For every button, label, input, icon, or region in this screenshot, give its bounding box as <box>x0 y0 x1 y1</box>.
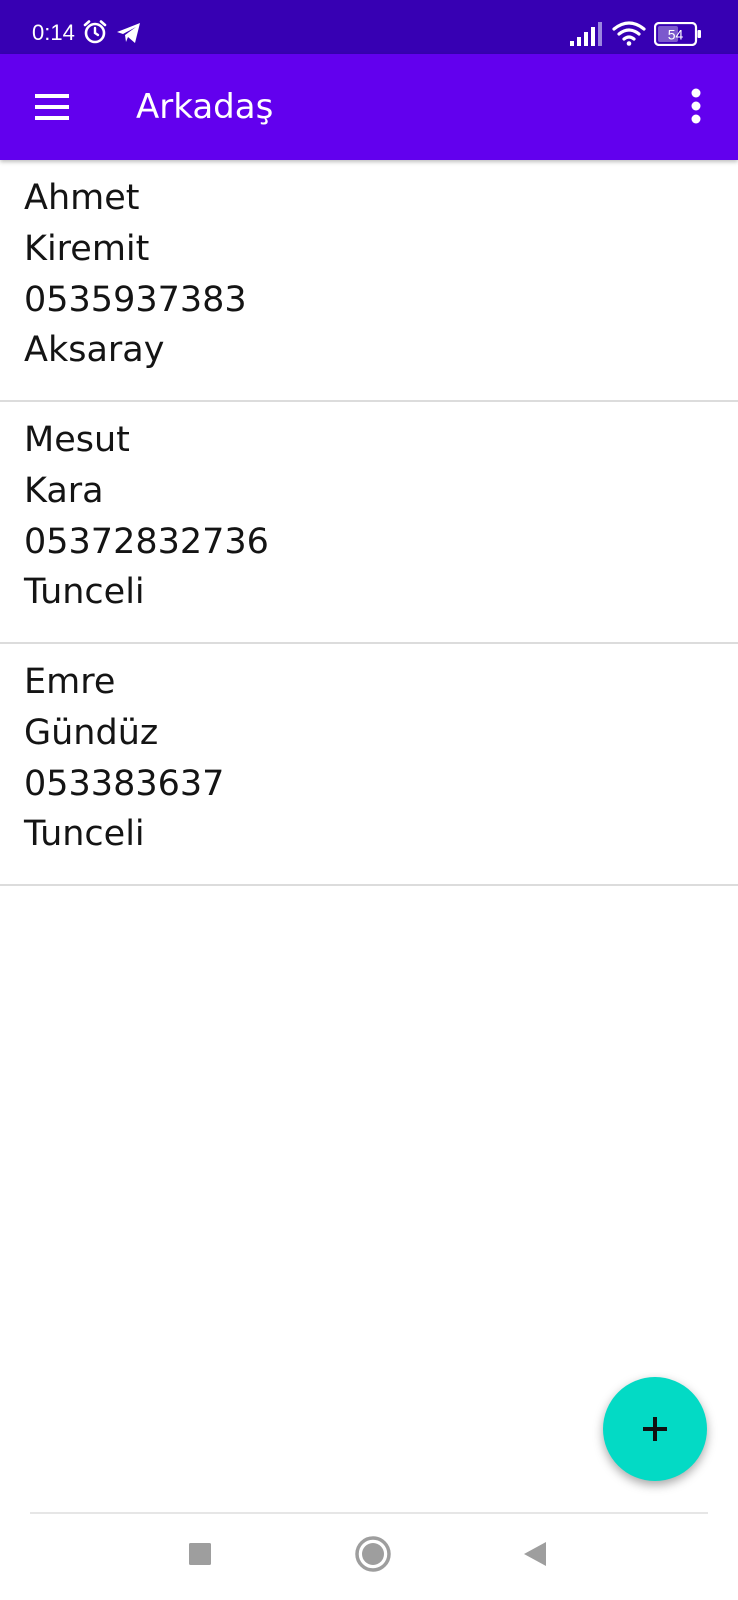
telegram-icon <box>117 23 140 43</box>
recents-square-icon <box>189 1543 211 1565</box>
home-circle-icon <box>355 1536 391 1572</box>
add-contact-button[interactable] <box>603 1377 707 1481</box>
more-options-button[interactable] <box>664 76 728 140</box>
last-name: Gündüz <box>24 713 159 753</box>
page-title: Arkadaş <box>136 87 274 127</box>
phone-number: 0535937383 <box>24 280 247 320</box>
city: Aksaray <box>24 330 165 370</box>
contact-list: Ahmet Kiremit 0535937383 Aksaray Mesut K… <box>0 160 738 886</box>
signal-icon <box>570 22 602 46</box>
hamburger-menu-icon <box>35 94 69 120</box>
menu-button[interactable] <box>20 76 84 140</box>
phone-number: 053383637 <box>24 764 225 804</box>
more-vert-icon <box>691 88 701 124</box>
wifi-icon <box>612 21 646 46</box>
phone-number: 05372832736 <box>24 522 269 562</box>
last-name: Kara <box>24 471 104 511</box>
city: Tunceli <box>24 814 145 854</box>
city: Tunceli <box>24 572 145 612</box>
battery-level: 54 <box>668 27 684 43</box>
recents-button[interactable] <box>176 1530 224 1578</box>
first-name: Ahmet <box>24 178 140 218</box>
home-button[interactable] <box>345 1526 401 1582</box>
system-nav-bar <box>0 1514 738 1600</box>
plus-icon <box>643 1417 667 1441</box>
first-name: Emre <box>24 662 116 702</box>
list-item[interactable]: Mesut Kara 05372832736 Tunceli <box>0 402 738 644</box>
status-bar: 0:14 54 <box>0 0 738 54</box>
back-button[interactable] <box>512 1530 560 1578</box>
first-name: Mesut <box>24 420 130 460</box>
battery-icon: 54 <box>654 22 701 46</box>
app-bar: Arkadaş <box>0 54 738 160</box>
list-item[interactable]: Ahmet Kiremit 0535937383 Aksaray <box>0 160 738 402</box>
list-item[interactable]: Emre Gündüz 053383637 Tunceli <box>0 644 738 886</box>
last-name: Kiremit <box>24 229 150 269</box>
alarm-icon <box>83 20 107 44</box>
back-triangle-icon <box>524 1542 546 1566</box>
status-time: 0:14 <box>32 20 75 45</box>
